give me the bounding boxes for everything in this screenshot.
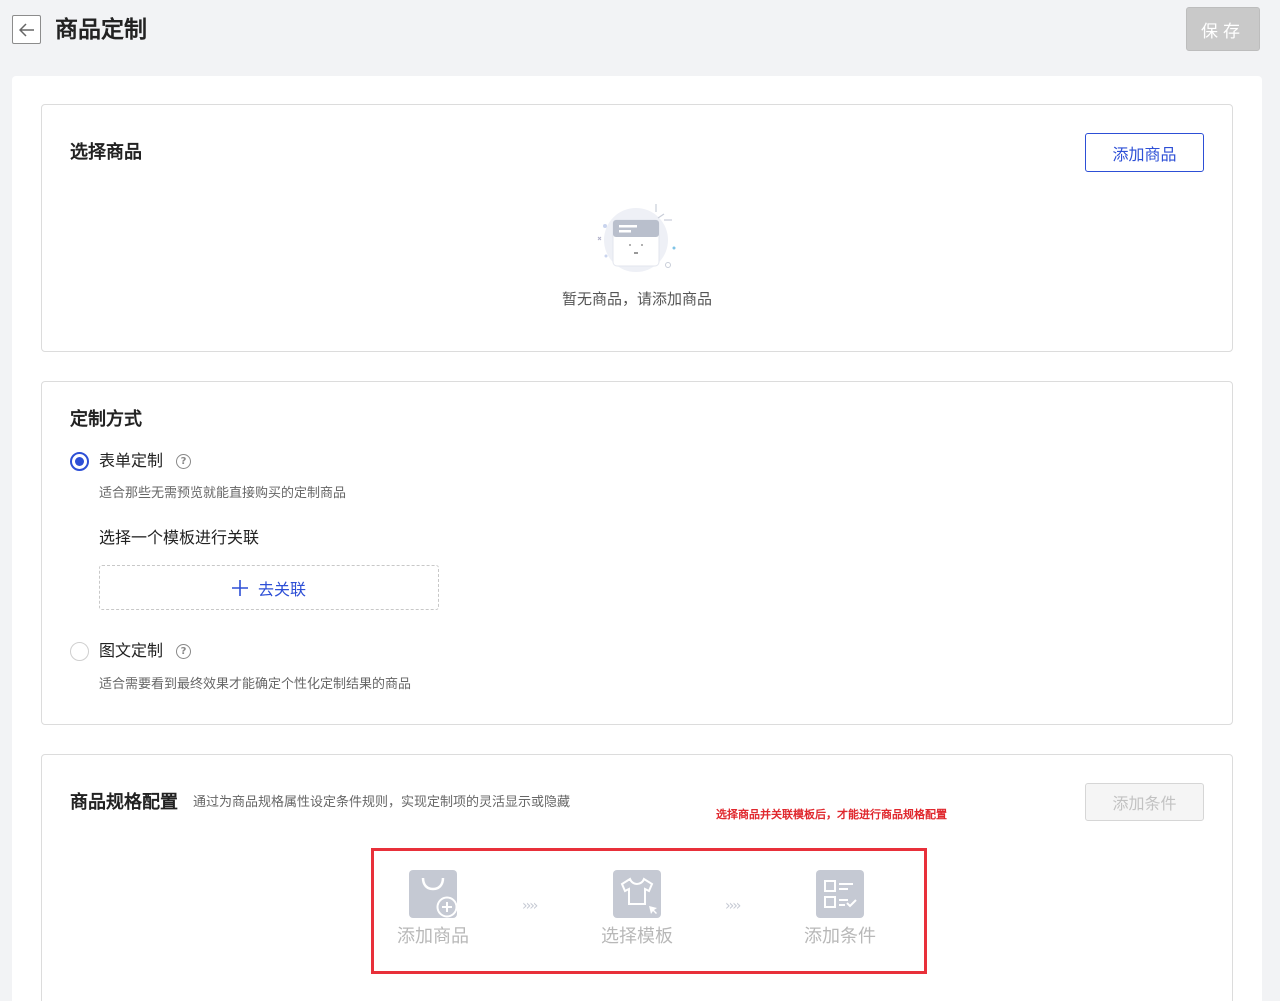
page-title: 商品定制 xyxy=(55,17,147,43)
step-select-template: 选择模板 xyxy=(577,870,697,949)
top-bar: 商品定制 保存 xyxy=(0,0,1280,60)
template-select-label: 选择一个模板进行关联 xyxy=(99,528,260,547)
checklist-icon xyxy=(816,870,864,918)
add-condition-button[interactable]: 添加条件 xyxy=(1085,783,1204,821)
tshirt-icon xyxy=(613,870,661,918)
add-product-button[interactable]: 添加商品 xyxy=(1085,133,1204,172)
config-warning-text: 选择商品并关联模板后，才能进行商品规格配置 xyxy=(716,808,947,821)
empty-box-icon xyxy=(597,204,676,272)
image-custom-label[interactable]: 图文定制 xyxy=(99,640,163,662)
help-icon[interactable]: ? xyxy=(176,644,191,659)
step-label: 添加商品 xyxy=(397,926,469,947)
empty-state-text: 暂无商品，请添加商品 xyxy=(561,290,712,308)
chevrons-right-icon: ›››› xyxy=(725,898,741,914)
shopping-bag-add-icon xyxy=(409,870,457,918)
step-label: 选择模板 xyxy=(601,926,673,947)
step-add-condition: 添加条件 xyxy=(780,870,900,949)
step-add-product: 添加商品 xyxy=(373,870,493,949)
link-template-label: 去关联 xyxy=(257,579,306,599)
image-custom-radio[interactable] xyxy=(70,642,89,661)
form-custom-radio[interactable] xyxy=(70,452,89,471)
chevrons-right-icon: ›››› xyxy=(522,898,538,914)
link-template-button[interactable]: 去关联 xyxy=(99,565,439,610)
save-button[interactable]: 保存 xyxy=(1186,7,1260,51)
arrow-left-icon xyxy=(18,22,34,37)
custom-mode-card xyxy=(41,381,1233,725)
select-product-title: 选择商品 xyxy=(70,142,142,163)
image-custom-description: 适合需要看到最终效果才能确定个性化定制结果的商品 xyxy=(99,677,412,692)
spec-config-subtitle: 通过为商品规格属性设定条件规则，实现定制项的灵活显示或隐藏 xyxy=(193,795,571,810)
form-custom-label[interactable]: 表单定制 xyxy=(99,450,163,472)
back-button[interactable] xyxy=(12,15,41,44)
plus-icon xyxy=(231,579,248,596)
form-custom-description: 适合那些无需预览就能直接购买的定制商品 xyxy=(99,486,347,501)
step-label: 添加条件 xyxy=(804,926,876,947)
spec-config-title: 商品规格配置 xyxy=(70,792,178,813)
custom-mode-title: 定制方式 xyxy=(70,409,142,430)
help-icon[interactable]: ? xyxy=(176,454,191,469)
